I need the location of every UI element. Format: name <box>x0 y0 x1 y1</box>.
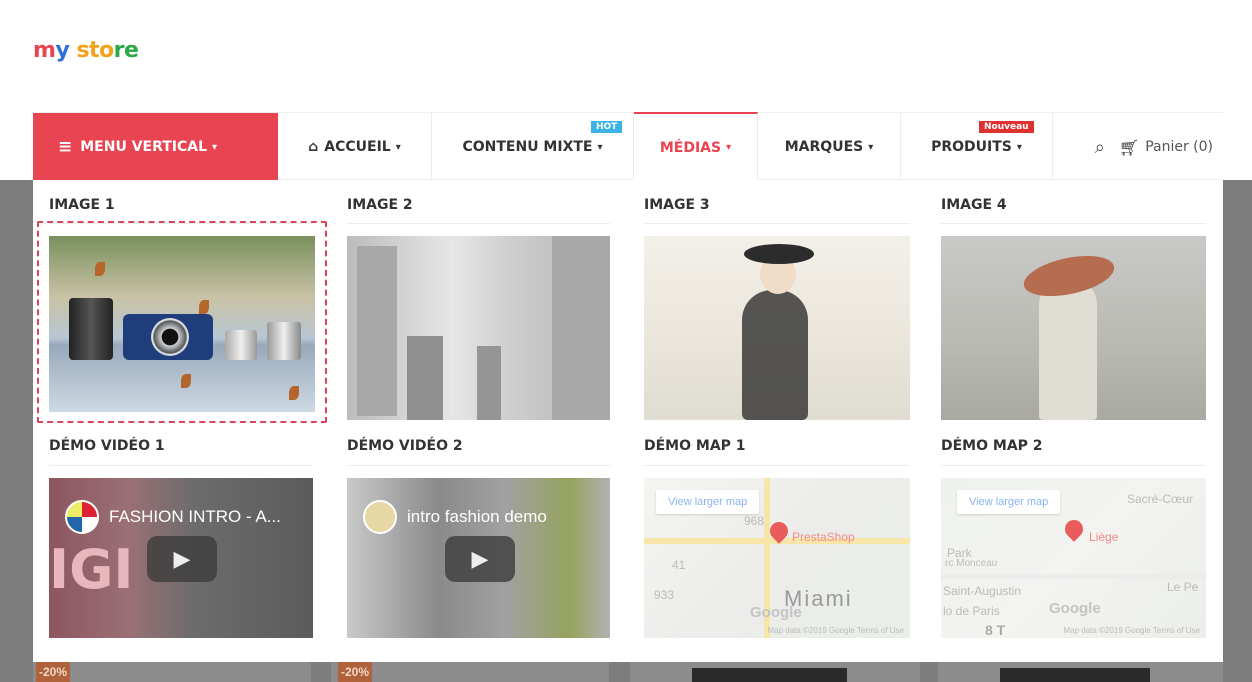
divider <box>347 223 610 224</box>
video-title: intro fashion demo <box>363 500 547 534</box>
route-label: 41 <box>672 558 686 572</box>
place-label: 8 T <box>985 622 1006 638</box>
main-navigation: ≡ MENU VERTICAL ▾ ⌂ ACCUEIL ▾ CONTENU MI… <box>33 112 1223 181</box>
nav-item-label: PRODUITS <box>931 139 1012 155</box>
cart-label: Panier (0) <box>1145 139 1213 155</box>
video-2-embed[interactable]: intro fashion demo ▶ <box>347 478 610 638</box>
map-2-embed[interactable]: View larger map Sacré-Cœur Liège Park rc… <box>941 478 1206 638</box>
store-logo[interactable]: my store <box>33 38 139 63</box>
column-title: IMAGE 4 <box>941 197 1007 213</box>
place-label: Sacré-Cœur <box>1127 492 1194 506</box>
image-3-thumbnail[interactable] <box>644 236 910 420</box>
nav-item-medias[interactable]: MÉDIAS ▾ <box>634 112 758 181</box>
nav-item-label: ACCUEIL <box>324 139 391 155</box>
nav-right-tools: ⌕ 🛒︎ Panier (0) <box>1095 113 1213 181</box>
person-shape <box>1039 280 1097 420</box>
vertical-menu-label: MENU VERTICAL <box>80 139 208 155</box>
product-image <box>692 668 847 682</box>
hamburger-icon: ≡ <box>58 137 73 157</box>
divider <box>941 223 1206 224</box>
image-4-thumbnail[interactable] <box>941 236 1206 420</box>
route-label: 968 <box>744 514 765 528</box>
caret-down-icon: ▾ <box>395 141 401 153</box>
selection-highlight <box>37 221 327 423</box>
divider <box>347 465 610 466</box>
play-button[interactable]: ▶ <box>147 536 217 582</box>
column-title: DÉMO MAP 1 <box>644 438 746 454</box>
channel-avatar <box>65 500 99 534</box>
video-overlay-text: IGI <box>49 538 134 601</box>
search-icon[interactable]: ⌕ <box>1095 137 1105 158</box>
caret-down-icon: ▾ <box>597 141 603 153</box>
cart-link[interactable]: 🛒︎ Panier (0) <box>1119 138 1213 157</box>
map-1-embed[interactable]: View larger map 968 41 933 PrestaShop Mi… <box>644 478 910 638</box>
vertical-menu-button[interactable]: ≡ MENU VERTICAL ▾ <box>33 113 278 181</box>
discount-badge: -20% <box>36 662 70 682</box>
column-title: IMAGE 3 <box>644 197 710 213</box>
image-2-thumbnail[interactable] <box>347 236 610 420</box>
nav-item-marques[interactable]: MARQUES ▾ <box>758 113 901 181</box>
google-logo: Google <box>1049 600 1101 617</box>
caret-down-icon: ▾ <box>726 142 732 153</box>
divider <box>644 223 910 224</box>
place-label: PrestaShop <box>792 530 855 544</box>
divider <box>644 465 910 466</box>
video-title: FASHION INTRO - A... <box>65 500 281 534</box>
nav-item-accueil[interactable]: ⌂ ACCUEIL ▾ <box>278 113 432 181</box>
place-label: Liège <box>1089 530 1119 544</box>
nav-item-contenu-mixte[interactable]: CONTENU MIXTE ▾ HOT <box>432 113 634 181</box>
home-icon: ⌂ <box>308 139 319 155</box>
place-label: lo de Paris <box>943 604 1000 618</box>
place-label: Le Pe <box>1167 580 1199 594</box>
person-shape <box>407 336 443 420</box>
view-larger-map-link[interactable]: View larger map <box>656 490 760 514</box>
nav-item-label: MÉDIAS <box>659 139 722 156</box>
place-label: Saint-Augustin <box>943 584 1022 598</box>
nav-item-label: MARQUES <box>784 139 864 155</box>
caret-down-icon: ▾ <box>868 141 874 153</box>
hat-shape <box>744 244 814 264</box>
column-title: DÉMO VIDÉO 1 <box>49 438 165 454</box>
google-logo: Google <box>750 604 802 621</box>
divider <box>49 465 313 466</box>
person-shape <box>477 346 501 420</box>
cart-icon: 🛒︎ <box>1118 137 1140 157</box>
place-label: rc Monceau <box>945 558 998 569</box>
nav-item-label: CONTENU MIXTE <box>462 139 593 155</box>
column-title: IMAGE 2 <box>347 197 413 213</box>
map-attribution[interactable]: Map data ©2019 Google Terms of Use <box>768 626 905 635</box>
view-larger-map-link[interactable]: View larger map <box>957 490 1061 514</box>
map-pin-icon <box>1061 516 1087 542</box>
route-label: 933 <box>654 588 675 602</box>
new-badge: Nouveau <box>979 121 1034 133</box>
column-title: DÉMO VIDÉO 2 <box>347 438 463 454</box>
product-image <box>1000 668 1150 682</box>
play-button[interactable]: ▶ <box>445 536 515 582</box>
nav-item-produits[interactable]: PRODUITS ▾ Nouveau <box>901 113 1053 181</box>
road-shape <box>941 574 1206 579</box>
channel-avatar <box>363 500 397 534</box>
caret-down-icon: ▾ <box>212 141 218 153</box>
video-1-embed[interactable]: IGI FASHION INTRO - A... ▶ <box>49 478 313 638</box>
person-shape <box>742 290 808 420</box>
column-title: IMAGE 1 <box>49 197 115 213</box>
building-shape <box>357 246 397 416</box>
hot-badge: HOT <box>591 121 623 133</box>
caret-down-icon: ▾ <box>1016 141 1022 153</box>
building-shape <box>552 236 610 420</box>
column-title: DÉMO MAP 2 <box>941 438 1043 454</box>
map-attribution[interactable]: Map data ©2019 Google Terms of Use <box>1064 626 1201 635</box>
divider <box>941 465 1206 466</box>
discount-badge: -20% <box>338 662 372 682</box>
